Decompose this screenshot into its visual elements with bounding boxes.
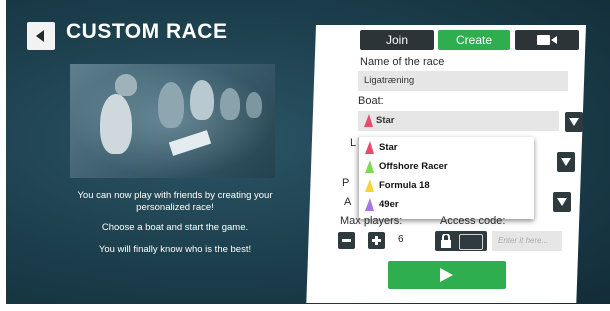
- pink-sail-icon: [365, 141, 374, 154]
- max-players-value: 6: [398, 234, 404, 245]
- lock-icon: [441, 234, 451, 248]
- chevron-down-icon: [557, 198, 567, 206]
- boat-option-49er[interactable]: 49er: [365, 196, 525, 214]
- plus-icon: [372, 236, 381, 245]
- boat-label: Boat:: [358, 95, 384, 107]
- access-code-input[interactable]: Enter it here...: [492, 231, 562, 251]
- second-dropdown-button[interactable]: [557, 152, 575, 172]
- yellow-sail-icon: [365, 179, 374, 192]
- purple-sail-icon: [365, 198, 374, 211]
- tab-video[interactable]: [515, 30, 579, 50]
- access-code-label: Access code:: [440, 215, 506, 227]
- description-line-2: personalized race!: [136, 202, 214, 213]
- description-line-4: You will finally know who is the best!: [98, 244, 252, 255]
- boat-option-star[interactable]: Star: [365, 139, 525, 157]
- start-race-button[interactable]: [388, 261, 506, 289]
- boat-option-offshore-racer[interactable]: Offshore Racer: [365, 158, 525, 176]
- max-players-label: Max players:: [340, 215, 403, 227]
- minus-icon: [342, 239, 351, 242]
- game-screen: CUSTOM RACE You can now play with friend…: [0, 0, 610, 311]
- boat-select[interactable]: Star: [358, 111, 559, 131]
- third-dropdown-button[interactable]: [553, 192, 571, 212]
- hidden-label-l: L: [350, 137, 357, 149]
- play-icon: [440, 268, 453, 282]
- race-panel: Join Create Name of the race Ligatræning…: [306, 25, 586, 303]
- boat-dropdown-button[interactable]: [565, 112, 583, 132]
- boat-dropdown-list: Star Offshore Racer Formula 18 49er: [358, 137, 534, 219]
- tab-create[interactable]: Create: [438, 30, 510, 50]
- boat-sail-icon: [364, 114, 373, 127]
- back-arrow-icon: [36, 30, 44, 42]
- chevron-down-icon: [561, 158, 571, 166]
- players-photo: [70, 64, 275, 178]
- description-line-3: Choose a boat and start the game.: [101, 222, 249, 233]
- green-sail-icon: [365, 160, 374, 173]
- hidden-label-p: P: [342, 177, 350, 189]
- image-border-left: [0, 0, 6, 311]
- race-name-input[interactable]: Ligatræning: [358, 71, 568, 91]
- back-button[interactable]: [27, 22, 55, 50]
- image-border-bottom: [0, 304, 610, 311]
- description-line-1: You can now play with friends by creatin…: [77, 190, 273, 201]
- page-title: CUSTOM RACE: [66, 20, 228, 43]
- increase-players-button[interactable]: [368, 232, 385, 249]
- tab-bar: Join Create: [358, 30, 579, 52]
- decrease-players-button[interactable]: [338, 232, 355, 249]
- chevron-down-icon: [569, 118, 579, 126]
- boat-selected-value: Star: [376, 115, 395, 126]
- access-code-toggle[interactable]: [435, 231, 487, 251]
- race-name-label: Name of the race: [360, 56, 445, 68]
- hidden-label-a: A: [344, 196, 352, 208]
- boat-option-formula-18[interactable]: Formula 18: [365, 177, 525, 195]
- tab-join[interactable]: Join: [360, 30, 434, 50]
- video-camera-icon: [537, 35, 557, 45]
